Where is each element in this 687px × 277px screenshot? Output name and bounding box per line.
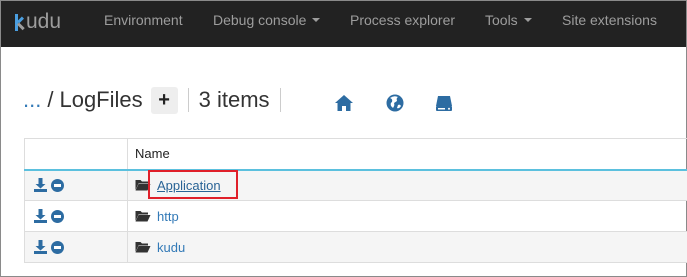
actions-column-header <box>24 138 128 171</box>
folder-link[interactable]: http <box>157 209 179 224</box>
nav-process-explorer-label: Process explorer <box>350 12 456 28</box>
nav-debug-console[interactable]: Debug console <box>213 1 321 47</box>
brand-text: udu <box>26 10 62 33</box>
nav-environment[interactable]: Environment <box>104 1 183 47</box>
row-actions <box>24 169 128 201</box>
nav-site-extensions-label: Site extensions <box>562 12 657 28</box>
top-navbar: udu Environment Debug console Process ex… <box>1 1 686 47</box>
kudu-logo-mark <box>15 12 25 32</box>
delete-icon[interactable] <box>51 178 64 192</box>
row-actions <box>24 200 128 232</box>
highlight-box <box>148 170 238 199</box>
path-divider: / <box>47 87 54 112</box>
globe-icon[interactable] <box>385 93 405 113</box>
kudu-logo[interactable]: udu <box>15 10 61 34</box>
row-name-cell: kudu <box>127 231 687 263</box>
current-folder-title: LogFiles <box>59 87 143 112</box>
file-table: Name Application http kudu <box>24 138 687 263</box>
divider <box>279 88 281 112</box>
caret-down-icon <box>523 18 532 23</box>
folder-open-icon <box>135 242 151 253</box>
table-header-row: Name <box>24 138 687 171</box>
nav-tools[interactable]: Tools <box>485 1 532 47</box>
folder-link[interactable]: kudu <box>157 240 185 255</box>
nav-debug-console-label: Debug console <box>213 12 307 28</box>
delete-icon[interactable] <box>51 240 64 254</box>
breadcrumb: ... / LogFiles + 3 items <box>23 85 291 115</box>
table-row: Application <box>24 169 687 201</box>
nav-tools-label: Tools <box>485 12 518 28</box>
item-count: 3 items <box>198 87 270 112</box>
row-name-cell: http <box>127 200 687 232</box>
nav-site-extensions[interactable]: Site extensions <box>562 1 657 47</box>
folder-open-icon <box>135 211 151 222</box>
download-icon[interactable] <box>34 209 47 223</box>
table-row: kudu <box>24 231 687 263</box>
name-column-header: Name <box>127 138 687 171</box>
nav-process-explorer[interactable]: Process explorer <box>350 1 455 47</box>
download-icon[interactable] <box>34 240 47 254</box>
drive-icon[interactable] <box>434 93 454 113</box>
download-icon[interactable] <box>34 178 47 193</box>
table-row: http <box>24 200 687 232</box>
row-actions <box>24 231 128 263</box>
nav-environment-label: Environment <box>104 12 183 28</box>
caret-down-icon <box>312 18 321 23</box>
parent-path-link[interactable]: ... <box>23 87 41 113</box>
add-button[interactable]: + <box>150 86 178 114</box>
delete-icon[interactable] <box>51 209 64 223</box>
divider <box>187 88 189 112</box>
home-icon[interactable] <box>334 93 354 113</box>
